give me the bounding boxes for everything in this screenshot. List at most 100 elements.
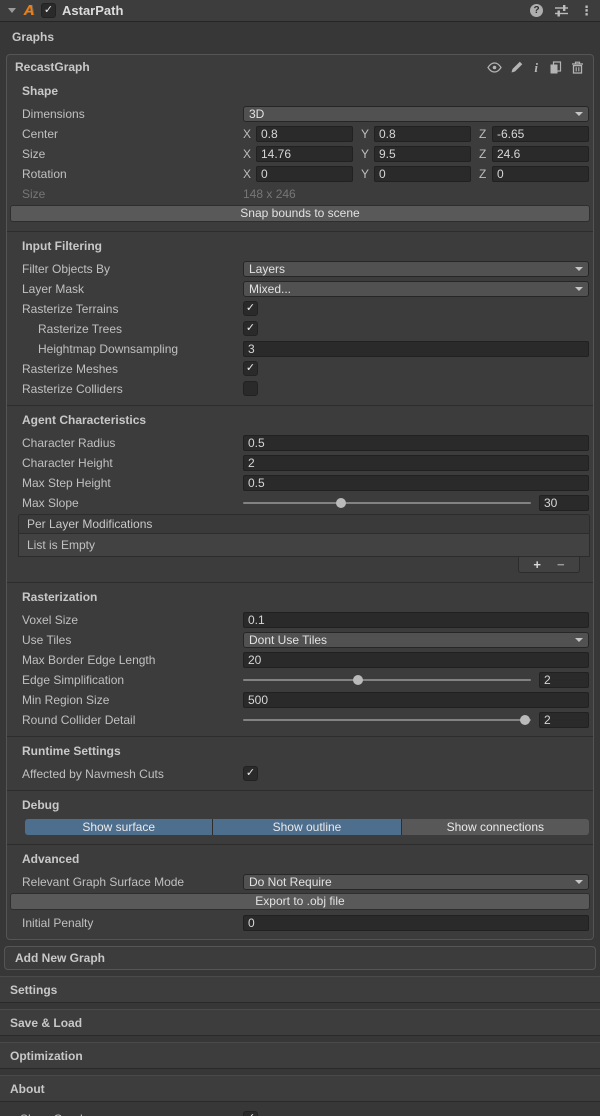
debug-header: Debug bbox=[22, 798, 585, 812]
character-radius-field[interactable]: 0.5 bbox=[243, 435, 589, 451]
chevron-down-icon bbox=[575, 287, 583, 291]
edge-simplification-label: Edge Simplification bbox=[22, 673, 243, 687]
info-icon[interactable]: i bbox=[532, 61, 540, 74]
round-collider-detail-slider[interactable] bbox=[243, 719, 531, 721]
rotation-x-field[interactable]: 0 bbox=[256, 166, 353, 182]
export-obj-button[interactable]: Export to .obj file bbox=[10, 893, 590, 910]
layer-mask-dropdown[interactable]: Mixed... bbox=[243, 281, 589, 297]
agent-characteristics-section: Agent Characteristics Character Radius 0… bbox=[7, 405, 593, 582]
eye-icon[interactable] bbox=[487, 62, 502, 73]
edge-simplification-field[interactable]: 2 bbox=[539, 672, 589, 688]
axis-y-label: Y bbox=[361, 167, 371, 181]
unity-inspector: A ✓ AstarPath ? ⋮ Graphs RecastGraph bbox=[0, 0, 600, 1116]
max-slope-field[interactable]: 30 bbox=[539, 495, 589, 511]
agent-characteristics-header: Agent Characteristics bbox=[22, 413, 585, 427]
size-label: Size bbox=[22, 147, 243, 161]
component-enabled-checkbox[interactable]: ✓ bbox=[41, 3, 56, 18]
trash-icon[interactable] bbox=[571, 61, 584, 74]
show-outline-button[interactable]: Show outline bbox=[213, 819, 401, 835]
edge-simplification-slider[interactable] bbox=[243, 679, 531, 681]
chevron-down-icon bbox=[575, 638, 583, 642]
size-y-field[interactable]: 9.5 bbox=[374, 146, 471, 162]
input-filtering-header: Input Filtering bbox=[22, 239, 585, 253]
debug-toggle-group: Show surface Show outline Show connectio… bbox=[25, 819, 589, 835]
section-optimization[interactable]: Optimization bbox=[0, 1042, 600, 1069]
show-surface-button[interactable]: Show surface bbox=[25, 819, 213, 835]
heightmap-downsampling-field[interactable]: 3 bbox=[243, 341, 589, 357]
dimensions-dropdown[interactable]: 3D bbox=[243, 106, 589, 122]
axis-z-label: Z bbox=[479, 147, 489, 161]
foldout-arrow-icon[interactable] bbox=[8, 8, 16, 13]
affected-by-navmesh-cuts-checkbox[interactable]: ✓ bbox=[243, 766, 258, 781]
min-region-size-field[interactable]: 500 bbox=[243, 692, 589, 708]
rasterize-meshes-label: Rasterize Meshes bbox=[22, 362, 243, 376]
advanced-header: Advanced bbox=[22, 852, 585, 866]
show-connections-button[interactable]: Show connections bbox=[402, 819, 589, 835]
add-new-graph-button[interactable]: Add New Graph bbox=[4, 946, 596, 970]
character-height-label: Character Height bbox=[22, 456, 243, 470]
component-titlebar: A ✓ AstarPath ? ⋮ bbox=[0, 0, 600, 22]
axis-z-label: Z bbox=[479, 127, 489, 141]
layer-mask-label: Layer Mask bbox=[22, 282, 243, 296]
axis-x-label: X bbox=[243, 147, 253, 161]
voxel-size-label: Voxel Size bbox=[22, 613, 243, 627]
center-z-field[interactable]: -6.65 bbox=[492, 126, 589, 142]
initial-penalty-label: Initial Penalty bbox=[22, 916, 243, 930]
more-menu-icon[interactable]: ⋮ bbox=[580, 4, 593, 17]
rasterize-colliders-checkbox[interactable] bbox=[243, 381, 258, 396]
round-collider-detail-field[interactable]: 2 bbox=[539, 712, 589, 728]
max-border-edge-length-label: Max Border Edge Length bbox=[22, 653, 243, 667]
voxel-size-field[interactable]: 0.1 bbox=[243, 612, 589, 628]
center-label: Center bbox=[22, 127, 243, 141]
size-readonly-value: 148 x 246 bbox=[243, 187, 296, 201]
rasterize-terrains-checkbox[interactable]: ✓ bbox=[243, 301, 258, 316]
character-height-field[interactable]: 2 bbox=[243, 455, 589, 471]
initial-penalty-field[interactable]: 0 bbox=[243, 915, 589, 931]
pencil-icon[interactable] bbox=[511, 61, 523, 73]
affected-by-navmesh-cuts-label: Affected by Navmesh Cuts bbox=[22, 767, 243, 781]
slider-knob[interactable] bbox=[336, 498, 346, 508]
graph-title[interactable]: RecastGraph bbox=[15, 60, 90, 74]
rasterize-meshes-checkbox[interactable]: ✓ bbox=[243, 361, 258, 376]
slider-knob[interactable] bbox=[353, 675, 363, 685]
max-slope-label: Max Slope bbox=[22, 496, 243, 510]
presets-icon[interactable] bbox=[554, 4, 569, 17]
filter-objects-by-dropdown[interactable]: Layers bbox=[243, 261, 589, 277]
advanced-section: Advanced Relevant Graph Surface Mode Do … bbox=[7, 844, 593, 939]
rotation-z-field[interactable]: 0 bbox=[492, 166, 589, 182]
duplicate-icon[interactable] bbox=[549, 61, 562, 74]
max-slope-slider[interactable] bbox=[243, 502, 531, 504]
astar-logo-icon: A bbox=[21, 3, 37, 18]
size-x-field[interactable]: 14.76 bbox=[256, 146, 353, 162]
snap-bounds-button[interactable]: Snap bounds to scene bbox=[10, 205, 590, 222]
use-tiles-dropdown[interactable]: Dont Use Tiles bbox=[243, 632, 589, 648]
section-save-load[interactable]: Save & Load bbox=[0, 1009, 600, 1036]
rasterize-trees-checkbox[interactable]: ✓ bbox=[243, 321, 258, 336]
center-y-field[interactable]: 0.8 bbox=[374, 126, 471, 142]
slider-knob[interactable] bbox=[520, 715, 530, 725]
list-add-button[interactable]: + bbox=[533, 558, 541, 571]
help-icon[interactable]: ? bbox=[530, 4, 543, 17]
section-about[interactable]: About bbox=[0, 1075, 600, 1102]
show-graphs-checkbox[interactable]: ✓ bbox=[243, 1111, 258, 1116]
relevant-graph-surface-mode-dropdown[interactable]: Do Not Require bbox=[243, 874, 589, 890]
dimensions-label: Dimensions bbox=[22, 107, 243, 121]
per-layer-modifications-header[interactable]: Per Layer Modifications bbox=[18, 514, 590, 534]
max-step-height-label: Max Step Height bbox=[22, 476, 243, 490]
axis-y-label: Y bbox=[361, 127, 371, 141]
shape-section: Shape Dimensions 3D Center X0.8 Y0.8 Z-6… bbox=[7, 77, 593, 231]
axis-z-label: Z bbox=[479, 167, 489, 181]
relevant-graph-surface-mode-label: Relevant Graph Surface Mode bbox=[22, 875, 243, 889]
size-z-field[interactable]: 24.6 bbox=[492, 146, 589, 162]
center-x-field[interactable]: 0.8 bbox=[256, 126, 353, 142]
rotation-y-field[interactable]: 0 bbox=[374, 166, 471, 182]
show-graphs-label: Show Graphs bbox=[20, 1112, 243, 1116]
section-settings[interactable]: Settings bbox=[0, 976, 600, 1003]
min-region-size-label: Min Region Size bbox=[22, 693, 243, 707]
max-step-height-field[interactable]: 0.5 bbox=[243, 475, 589, 491]
max-border-edge-length-field[interactable]: 20 bbox=[243, 652, 589, 668]
list-remove-button[interactable]: − bbox=[557, 558, 565, 571]
input-filtering-section: Input Filtering Filter Objects By Layers… bbox=[7, 231, 593, 405]
size-readonly-label: Size bbox=[22, 187, 243, 201]
chevron-down-icon bbox=[575, 112, 583, 116]
